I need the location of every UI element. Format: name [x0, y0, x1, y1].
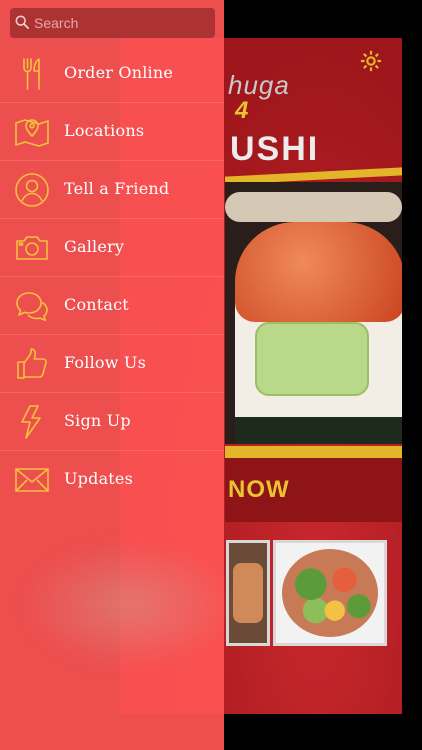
menu-item-label: Order Online: [64, 63, 174, 82]
envelope-icon: [15, 468, 49, 492]
brand-logo-bottom: USHI: [230, 130, 320, 168]
menu-item-label: Tell a Friend: [64, 179, 170, 198]
menu-item-label: Sign Up: [64, 411, 131, 430]
person-icon: [15, 173, 49, 207]
order-now-label: NOW: [228, 476, 290, 503]
gear-icon[interactable]: [360, 50, 382, 72]
menu-item-label: Follow Us: [64, 353, 147, 372]
menu-item-gallery[interactable]: Gallery: [0, 219, 224, 277]
brand-logo-number: 4: [235, 97, 249, 124]
menu-item-label: Updates: [64, 469, 134, 488]
map-pin-icon: [15, 119, 49, 147]
menu-item-label: Locations: [64, 121, 145, 140]
thumbs-up-icon: [17, 348, 47, 379]
drawer-blur-decoration: [20, 540, 240, 670]
camera-icon: [16, 236, 48, 260]
menu-item-tell-a-friend[interactable]: Tell a Friend: [0, 161, 224, 219]
search-bar[interactable]: [10, 8, 215, 38]
gallery-thumbnail[interactable]: [273, 540, 387, 646]
side-menu-list: Order Online Locations Tell a Friend Gal…: [0, 45, 224, 508]
hero-sushi-image: [225, 182, 402, 444]
search-icon: [15, 15, 29, 29]
menu-item-label: Gallery: [64, 237, 125, 256]
side-menu-drawer: Order Online Locations Tell a Friend: [0, 0, 240, 750]
menu-item-locations[interactable]: Locations: [0, 103, 224, 161]
chat-bubbles-icon: [16, 292, 48, 321]
menu-item-sign-up[interactable]: Sign Up: [0, 393, 224, 451]
search-input[interactable]: [32, 8, 212, 38]
fork-knife-icon: [23, 58, 40, 90]
menu-item-label: Contact: [64, 295, 129, 314]
menu-item-contact[interactable]: Contact: [0, 277, 224, 335]
menu-item-order-online[interactable]: Order Online: [0, 45, 224, 103]
order-band-strip: [225, 446, 402, 458]
lightning-icon: [21, 405, 41, 439]
menu-item-follow-us[interactable]: Follow Us: [0, 335, 224, 393]
menu-item-updates[interactable]: Updates: [0, 451, 224, 508]
